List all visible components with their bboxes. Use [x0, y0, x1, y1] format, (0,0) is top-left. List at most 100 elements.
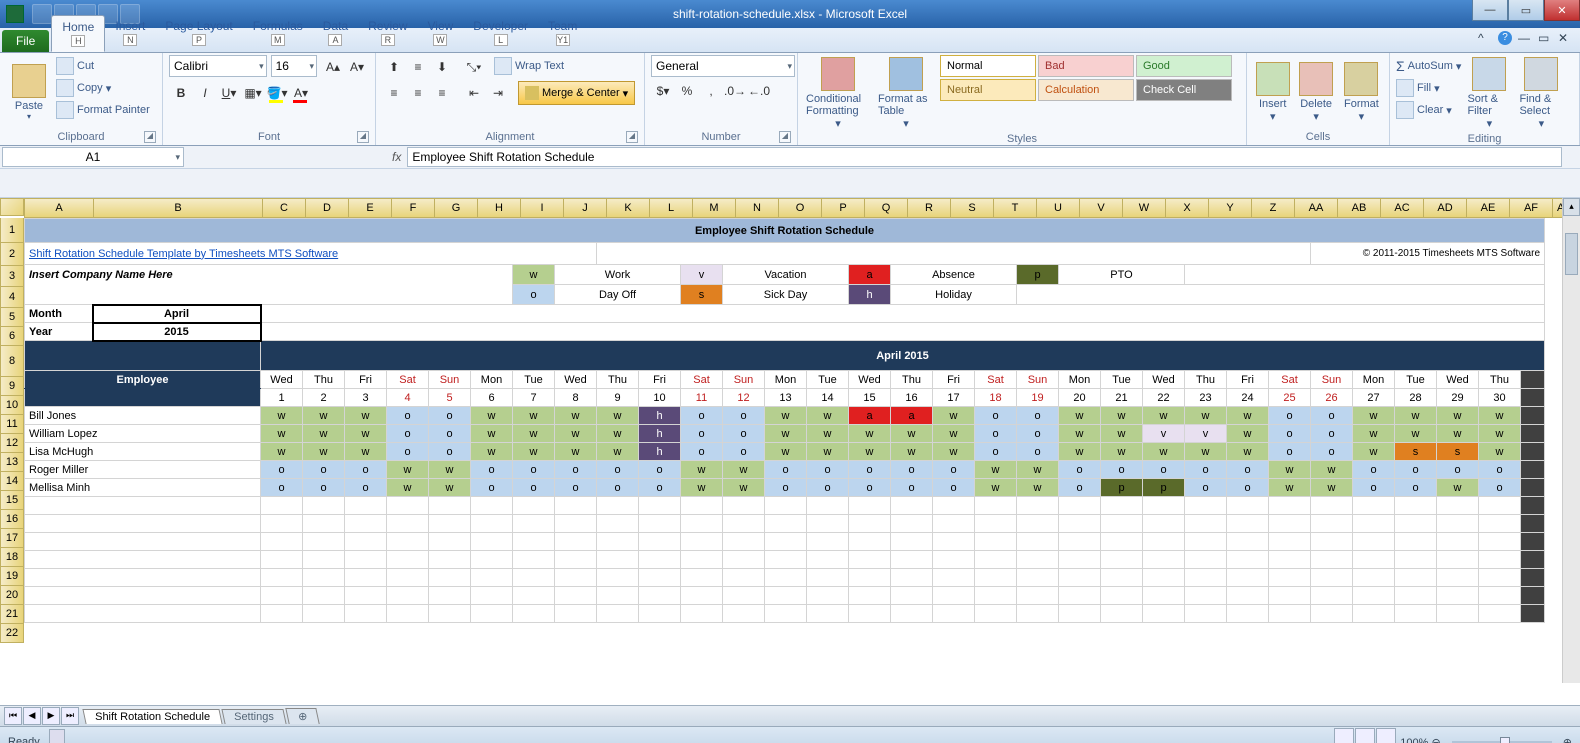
- row-header[interactable]: 1: [0, 218, 24, 243]
- merge-center-button[interactable]: Merge & Center ▾: [518, 81, 635, 105]
- col-header[interactable]: S: [951, 198, 994, 218]
- col-header[interactable]: H: [478, 198, 521, 218]
- grow-font-button[interactable]: A▴: [321, 55, 345, 79]
- align-left-button[interactable]: ≡: [382, 81, 406, 105]
- col-header[interactable]: F: [392, 198, 435, 218]
- maximize-button[interactable]: ▭: [1508, 0, 1544, 21]
- cell-style-calculation[interactable]: Calculation: [1038, 79, 1134, 101]
- row-header[interactable]: 19: [0, 567, 24, 586]
- row-header[interactable]: 8: [0, 346, 24, 377]
- format-painter-button[interactable]: Format Painter: [56, 99, 150, 121]
- row-header[interactable]: 10: [0, 396, 24, 415]
- col-header[interactable]: E: [349, 198, 392, 218]
- font-size-select[interactable]: 16: [271, 55, 317, 77]
- zoom-out-button[interactable]: ⊖: [1431, 737, 1440, 743]
- file-tab[interactable]: File: [2, 30, 49, 52]
- wrap-text-button[interactable]: Wrap Text: [494, 55, 564, 77]
- conditional-formatting-button[interactable]: Conditional Formatting▾: [804, 55, 872, 132]
- fill-button[interactable]: Fill ▾: [1396, 77, 1461, 99]
- tab-developer[interactable]: DeveloperL: [463, 15, 538, 52]
- orientation-button[interactable]: ⤡▾: [462, 55, 486, 79]
- align-bottom-button[interactable]: ⬇: [430, 55, 454, 79]
- align-center-button[interactable]: ≡: [406, 81, 430, 105]
- macro-record-icon[interactable]: [49, 729, 65, 743]
- font-color-button[interactable]: A▾: [289, 81, 313, 105]
- tab-team[interactable]: TeamY1: [538, 15, 587, 52]
- col-header[interactable]: A: [24, 198, 94, 218]
- tab-nav-prev-icon[interactable]: ◀: [23, 707, 41, 725]
- format-cells-button[interactable]: Format▾: [1340, 55, 1383, 130]
- shrink-font-button[interactable]: A▾: [345, 55, 369, 79]
- format-as-table-button[interactable]: Format as Table▾: [876, 55, 936, 132]
- fx-icon[interactable]: fx: [392, 150, 401, 164]
- tab-formulas[interactable]: FormulasM: [243, 15, 313, 52]
- tab-view[interactable]: ViewW: [418, 15, 464, 52]
- insert-cells-button[interactable]: Insert▾: [1253, 55, 1292, 130]
- inc-indent-button[interactable]: ⇥: [486, 81, 510, 105]
- border-button[interactable]: ▦▾: [241, 81, 265, 105]
- close-button[interactable]: ✕: [1544, 0, 1580, 21]
- col-header[interactable]: X: [1166, 198, 1209, 218]
- col-header[interactable]: AC: [1381, 198, 1424, 218]
- col-header[interactable]: AD: [1424, 198, 1467, 218]
- name-box[interactable]: A1: [2, 147, 184, 167]
- col-header[interactable]: K: [607, 198, 650, 218]
- col-header[interactable]: AF: [1510, 198, 1553, 218]
- row-header[interactable]: 20: [0, 586, 24, 605]
- row-header[interactable]: 6: [0, 327, 24, 346]
- cell-style-normal[interactable]: Normal: [940, 55, 1036, 77]
- col-header[interactable]: W: [1123, 198, 1166, 218]
- select-all-corner[interactable]: [0, 198, 24, 216]
- doc-restore-icon[interactable]: ▭: [1538, 31, 1552, 45]
- autosum-button[interactable]: Σ AutoSum ▾: [1396, 55, 1461, 77]
- col-header[interactable]: L: [650, 198, 693, 218]
- row-header[interactable]: 15: [0, 491, 24, 510]
- fill-color-button[interactable]: 🪣▾: [265, 81, 289, 105]
- col-header[interactable]: O: [779, 198, 822, 218]
- col-header[interactable]: I: [521, 198, 564, 218]
- col-header[interactable]: B: [94, 198, 263, 218]
- col-header[interactable]: Z: [1252, 198, 1295, 218]
- paste-button[interactable]: Paste▾: [6, 55, 52, 130]
- doc-close-icon[interactable]: ✕: [1558, 31, 1572, 45]
- dialog-launcher-icon[interactable]: ◢: [779, 131, 791, 143]
- find-select-button[interactable]: Find & Select▾: [1517, 55, 1565, 132]
- col-header[interactable]: AB: [1338, 198, 1381, 218]
- tab-data[interactable]: DataA: [313, 15, 358, 52]
- cut-button[interactable]: Cut: [56, 55, 150, 77]
- tab-review[interactable]: ReviewR: [358, 15, 417, 52]
- delete-cells-button[interactable]: Delete▾: [1296, 55, 1335, 130]
- tab-nav-last-icon[interactable]: ⏭: [61, 707, 79, 725]
- col-header[interactable]: AA: [1295, 198, 1338, 218]
- row-header[interactable]: 9: [0, 377, 24, 396]
- doc-minimize-icon[interactable]: —: [1518, 31, 1532, 45]
- row-header[interactable]: 18: [0, 548, 24, 567]
- col-header[interactable]: N: [736, 198, 779, 218]
- italic-button[interactable]: I: [193, 81, 217, 105]
- clear-button[interactable]: Clear ▾: [1396, 99, 1461, 121]
- font-name-select[interactable]: Calibri: [169, 55, 267, 77]
- col-header[interactable]: R: [908, 198, 951, 218]
- row-header[interactable]: 16: [0, 510, 24, 529]
- sheet-tab-active[interactable]: Shift Rotation Schedule: [82, 709, 222, 724]
- zoom-in-button[interactable]: ⊕: [1563, 737, 1572, 743]
- qat-save-icon[interactable]: [32, 4, 52, 24]
- row-header[interactable]: 22: [0, 624, 24, 643]
- dec-decimal-button[interactable]: ←.0: [747, 79, 771, 103]
- zoom-level[interactable]: 100%: [1400, 737, 1428, 743]
- cell-style-bad[interactable]: Bad: [1038, 55, 1134, 77]
- formula-bar[interactable]: Employee Shift Rotation Schedule: [407, 147, 1562, 167]
- col-header[interactable]: G: [435, 198, 478, 218]
- dialog-launcher-icon[interactable]: ◢: [144, 131, 156, 143]
- number-format-select[interactable]: General: [651, 55, 795, 77]
- col-header[interactable]: M: [693, 198, 736, 218]
- cell-style-good[interactable]: Good: [1136, 55, 1232, 77]
- help-icon[interactable]: ?: [1498, 31, 1512, 45]
- row-header[interactable]: 5: [0, 308, 24, 327]
- col-header[interactable]: V: [1080, 198, 1123, 218]
- row-header[interactable]: 13: [0, 453, 24, 472]
- accounting-button[interactable]: $▾: [651, 79, 675, 103]
- col-header[interactable]: T: [994, 198, 1037, 218]
- row-header[interactable]: 11: [0, 415, 24, 434]
- percent-button[interactable]: %: [675, 79, 699, 103]
